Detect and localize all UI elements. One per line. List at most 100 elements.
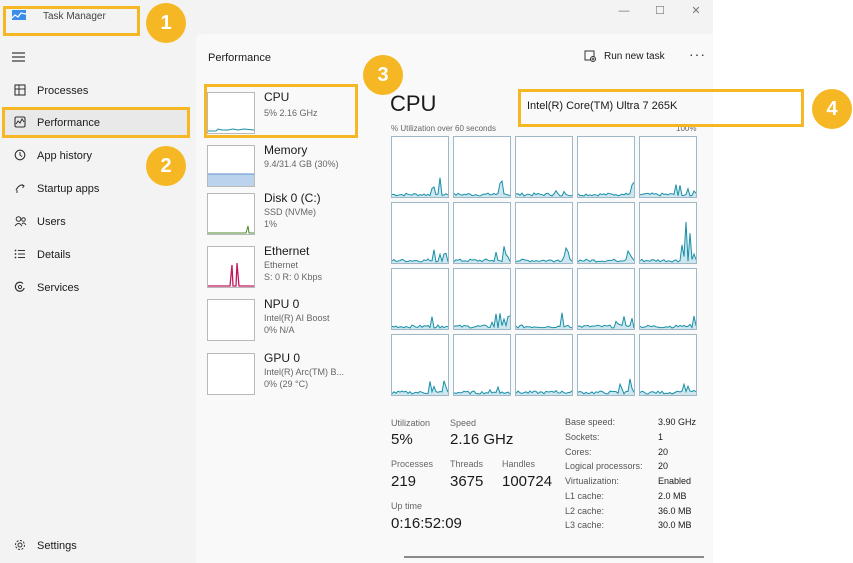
device-sub: 0% N/A: [264, 325, 295, 335]
core-graph: [391, 334, 449, 396]
users-icon: [3, 215, 37, 230]
device-name: Memory: [264, 143, 308, 157]
uptime-value: 0:16:52:09: [391, 515, 462, 532]
spec-value: 30.0 MB: [658, 520, 692, 530]
handles-value: 100724: [502, 473, 553, 490]
hamburger-icon[interactable]: [12, 50, 26, 62]
device-disk[interactable]: Disk 0 (C:) SSD (NVMe) 1%: [202, 189, 362, 237]
device-sub: S: 0 R: 0 Kbps: [264, 272, 323, 282]
annotation-badge-1: 1: [146, 3, 186, 43]
core-graph: [639, 136, 697, 198]
core-sparkline: [515, 312, 573, 329]
core-line: [639, 221, 697, 263]
sidebar-item-label: Processes: [37, 85, 89, 97]
core-sparkline: [391, 380, 449, 395]
core-line: [577, 181, 635, 197]
threads-label: Threads: [450, 459, 484, 469]
settings-gear-icon: [3, 539, 37, 554]
spec-label: L3 cache:: [565, 520, 605, 530]
device-sub: 1%: [264, 219, 278, 229]
spec-label: L2 cache:: [565, 506, 605, 516]
memory-thumbnail-graph: [207, 145, 255, 187]
core-sparkline: [577, 316, 635, 329]
device-sub: 9.4/31.4 GB (30%): [264, 159, 339, 169]
sidebar-item-services[interactable]: Services: [3, 274, 189, 302]
minimize-button[interactable]: —: [612, 2, 636, 20]
spec-label: Sockets:: [565, 432, 600, 442]
core-sparkline: [639, 315, 697, 329]
sidebar-item-label: Startup apps: [37, 183, 100, 195]
sidebar-item-users[interactable]: Users: [3, 208, 189, 236]
spec-value: 3.90 GHz: [658, 417, 697, 427]
core-sparkline: [577, 181, 635, 197]
spec-label: Cores:: [565, 447, 592, 457]
processes-icon: [3, 83, 37, 99]
threads-value: 3675: [450, 473, 484, 490]
sidebar-item-details[interactable]: Details: [3, 241, 189, 269]
core-graph: [515, 202, 573, 264]
core-line: [515, 312, 573, 329]
core-sparkline: [391, 177, 449, 197]
highlight-box-cpu-device: [204, 84, 358, 138]
services-icon: [3, 281, 37, 296]
close-button[interactable]: ✕: [684, 2, 708, 20]
processes-value: 219: [391, 473, 417, 490]
speed-label: Speed: [450, 418, 477, 428]
run-new-task-button[interactable]: Run new task: [584, 50, 665, 62]
core-graph: [515, 136, 573, 198]
core-graph: [639, 202, 697, 264]
history-icon: [3, 149, 37, 164]
spec-value: Enabled: [658, 476, 692, 486]
device-sub: Intel(R) AI Boost: [264, 313, 330, 323]
core-sparkline: [453, 313, 511, 329]
device-ethernet[interactable]: Ethernet Ethernet S: 0 R: 0 Kbps: [202, 242, 362, 290]
core-sparkline: [391, 249, 449, 264]
core-sparkline: [453, 179, 511, 197]
sidebar-item-processes[interactable]: Processes: [3, 77, 189, 105]
core-line: [577, 378, 635, 395]
core-graph: [577, 334, 635, 396]
run-task-icon: [584, 50, 596, 62]
core-sparkline: [453, 385, 511, 395]
settings-label: Settings: [37, 540, 77, 552]
gpu-thumbnail-graph: [207, 353, 255, 395]
core-sparkline: [453, 246, 511, 263]
core-sparkline: [639, 221, 697, 263]
processes-label: Processes: [391, 459, 434, 469]
core-graph: [391, 136, 449, 198]
device-sub: Ethernet: [264, 260, 299, 270]
scrollbar[interactable]: [404, 556, 704, 558]
core-line: [453, 246, 511, 263]
spec-label: Virtualization:: [565, 476, 619, 486]
handles-label: Handles: [502, 459, 536, 469]
uptime-label: Up time: [391, 501, 423, 511]
highlight-box-cpu-model: [518, 89, 804, 127]
device-sub: Intel(R) Arc(TM) B...: [264, 367, 345, 377]
device-memory[interactable]: Memory 9.4/31.4 GB (30%): [202, 141, 362, 189]
per-core-utilization-graphs: [391, 136, 697, 410]
sidebar-item-label: Users: [37, 216, 66, 228]
core-graph: [639, 268, 697, 330]
core-sparkline: [639, 184, 697, 197]
sidebar-item-settings[interactable]: Settings: [3, 532, 189, 560]
device-gpu[interactable]: GPU 0 Intel(R) Arc(TM) B... 0% (29 °C): [202, 349, 362, 397]
more-options-button[interactable]: ···: [689, 46, 706, 62]
device-name: Ethernet: [264, 244, 310, 258]
device-sub: 0% (29 °C): [264, 379, 309, 389]
annotation-badge-4: 4: [812, 89, 852, 129]
core-area: [392, 380, 448, 395]
page-title: Performance: [208, 52, 271, 64]
core-graph: [577, 202, 635, 264]
device-sub: SSD (NVMe): [264, 207, 317, 217]
core-sparkline: [577, 249, 635, 263]
core-graph: [453, 334, 511, 396]
device-name: Disk 0 (C:): [264, 191, 321, 205]
device-name: NPU 0: [264, 297, 300, 311]
core-sparkline: [639, 382, 697, 395]
maximize-button[interactable]: ☐: [648, 2, 672, 20]
core-graph: [453, 268, 511, 330]
highlight-box-performance: [2, 107, 190, 138]
run-task-label: Run new task: [604, 50, 665, 62]
device-npu[interactable]: NPU 0 Intel(R) AI Boost 0% N/A: [202, 295, 362, 343]
core-area: [454, 246, 510, 263]
